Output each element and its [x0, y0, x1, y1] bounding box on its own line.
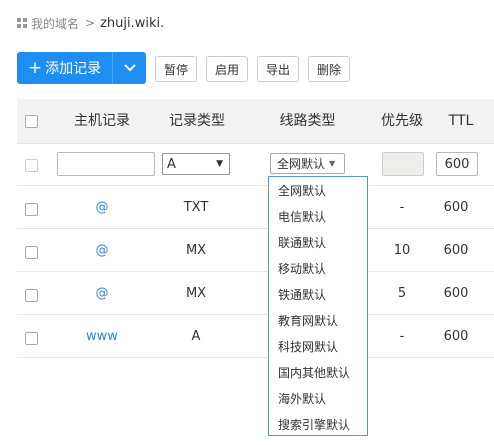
row-checkbox[interactable]: [25, 289, 38, 302]
chevron-down-icon: [123, 64, 136, 72]
header-host: 主机记录: [74, 113, 130, 129]
row-host[interactable]: @: [80, 286, 124, 301]
select-arrow-icon: ▼: [216, 159, 223, 169]
header-priority: 优先级: [381, 113, 423, 129]
ttl-input[interactable]: 600: [436, 152, 478, 176]
row-type: MX: [185, 286, 207, 301]
line-option[interactable]: 搜索引擎默认: [278, 412, 350, 438]
row-host[interactable]: @: [80, 243, 124, 258]
row-host[interactable]: @: [80, 200, 124, 215]
grid-icon: [17, 18, 27, 28]
add-record-button[interactable]: + 添加记录: [17, 52, 113, 84]
row-type: TXT: [183, 200, 209, 215]
type-select-value: A: [167, 156, 176, 172]
row-checkbox[interactable]: [25, 246, 38, 259]
delete-button[interactable]: 删除: [308, 56, 350, 82]
line-option[interactable]: 联通默认: [278, 230, 326, 256]
add-record-dropdown-toggle[interactable]: [113, 52, 146, 84]
row-ttl: 600: [443, 243, 469, 258]
type-select[interactable]: A ▼: [162, 153, 230, 175]
add-record-button-group: + 添加记录: [17, 52, 146, 84]
row-checkbox[interactable]: [25, 203, 38, 216]
line-type-dropdown: 全网默认 电信默认 联通默认 移动默认 铁通默认 教育网默认 科技网默认 国内其…: [268, 176, 368, 436]
line-option[interactable]: 国内其他默认: [278, 360, 350, 386]
new-row-checkbox[interactable]: [25, 159, 38, 172]
breadcrumb-domain: zhuji.wiki.: [100, 15, 165, 31]
line-option[interactable]: 海外默认: [278, 386, 326, 412]
breadcrumb-separator: >: [85, 16, 96, 30]
row-ttl: 600: [443, 200, 469, 215]
export-button[interactable]: 导出: [257, 56, 299, 82]
breadcrumb-root[interactable]: 我的域名: [31, 15, 79, 32]
add-record-label: 添加记录: [45, 61, 102, 77]
row-ttl: 600: [443, 329, 469, 344]
enable-button[interactable]: 启用: [206, 56, 248, 82]
row-priority: 10: [393, 243, 411, 258]
row-priority: -: [399, 200, 405, 215]
row-checkbox[interactable]: [25, 332, 38, 345]
pause-button[interactable]: 暂停: [155, 56, 197, 82]
line-select-value: 全网默认: [277, 157, 326, 171]
row-type: MX: [185, 243, 207, 258]
host-input[interactable]: [57, 152, 155, 176]
line-option[interactable]: 电信默认: [278, 204, 326, 230]
priority-input: [382, 152, 424, 176]
line-option[interactable]: 教育网默认: [278, 308, 338, 334]
row-ttl: 600: [443, 286, 469, 301]
header-line: 线路类型: [279, 113, 336, 129]
line-option[interactable]: 移动默认: [278, 256, 326, 282]
line-option[interactable]: 铁通默认: [278, 282, 326, 308]
line-select[interactable]: 全网默认 ▼: [270, 153, 345, 174]
header-type: 记录类型: [169, 113, 225, 129]
breadcrumb: 我的域名 > zhuji.wiki.: [17, 14, 164, 32]
row-host[interactable]: www: [80, 329, 124, 344]
line-option[interactable]: 科技网默认: [278, 334, 338, 360]
table-header: 主机记录 记录类型 线路类型 优先级 TTL: [17, 99, 494, 144]
caret-down-icon: ▼: [329, 159, 336, 168]
row-type: A: [191, 329, 201, 344]
plus-icon: +: [27, 57, 43, 78]
row-priority: 5: [397, 286, 407, 301]
row-priority: -: [399, 329, 405, 344]
select-all-checkbox[interactable]: [25, 115, 38, 128]
line-option[interactable]: 全网默认: [278, 178, 326, 204]
header-ttl: TTL: [448, 113, 474, 129]
